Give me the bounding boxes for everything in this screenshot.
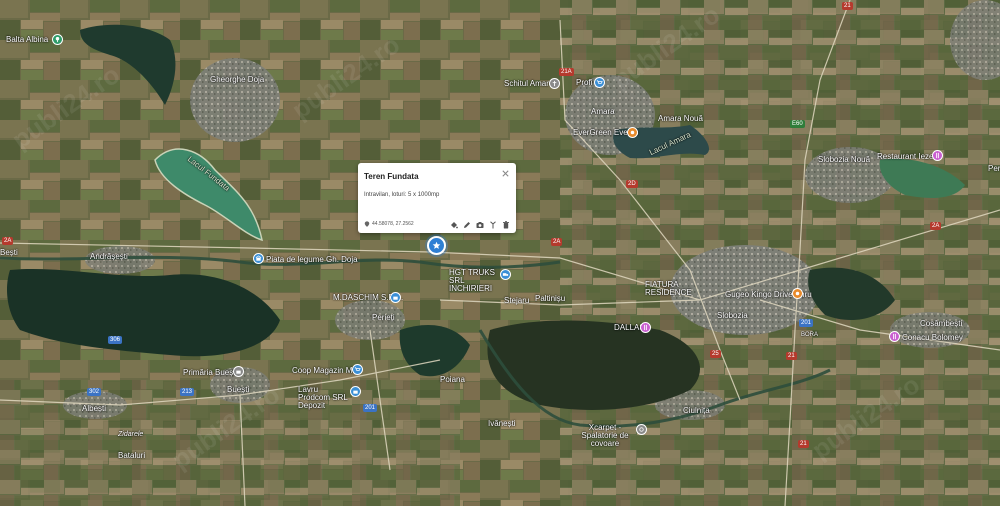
label-albesti: Albești xyxy=(82,404,107,413)
poi-mdaschim-pin[interactable] xyxy=(390,292,401,303)
truck-icon xyxy=(502,273,509,276)
road-shield-201: 201 xyxy=(363,404,378,412)
road-shield-2a-mid: 2A xyxy=(551,238,563,246)
label-peri: Peri xyxy=(988,164,1000,173)
label-amara: Amara xyxy=(591,107,615,116)
road-shield-21-bot: 21 xyxy=(798,440,809,448)
satellite-map[interactable]: publi24.ro publi24.ro publi24.ro publi24… xyxy=(0,0,1000,506)
label-amara-noua: Amara Nouă xyxy=(658,114,703,123)
shop-icon xyxy=(393,296,398,300)
poi-gugeo-pin[interactable] xyxy=(792,288,803,299)
poi-profi-pin[interactable] xyxy=(594,77,605,88)
label-stejaru: Stejaru xyxy=(504,296,530,305)
close-icon[interactable] xyxy=(501,169,510,178)
selected-location-marker[interactable] xyxy=(427,236,446,255)
label-schitul-amara: Schitul Amara xyxy=(504,79,554,88)
road-shield-e60: E60 xyxy=(790,120,805,128)
road-shield-2a-east: 2A xyxy=(930,222,942,230)
star-icon xyxy=(432,241,441,249)
road-shield-213: 213 xyxy=(180,388,195,396)
label-primaria-buesti: Primăria Buești xyxy=(183,368,238,377)
shopping-cart-icon xyxy=(596,80,603,84)
poi-xcarpet-pin[interactable] xyxy=(636,424,647,435)
road-shield-306: 306 xyxy=(108,336,123,344)
label-conacu-bolomey: Conacu Bolomey xyxy=(902,333,963,342)
poi-schitul-amara-pin[interactable] xyxy=(549,78,560,89)
label-paltinisu: Paltinișu xyxy=(535,294,566,303)
government-icon xyxy=(236,370,241,374)
poi-coop-pin[interactable] xyxy=(352,364,363,375)
delete-trash-icon[interactable] xyxy=(502,216,510,229)
road-shield-2a-west: 2A xyxy=(2,237,14,245)
label-balta-albina: Balta Albina xyxy=(6,35,49,44)
fast-food-icon xyxy=(795,291,800,296)
road-shield-21a: 21A xyxy=(559,68,574,76)
label-bataluri: Bataluri xyxy=(118,451,146,460)
label-cosambesti: Cosâmbești xyxy=(920,319,963,328)
location-pin-icon xyxy=(364,221,370,227)
label-restaurant-iezer: Restaurant Iezer xyxy=(877,152,937,161)
camera-icon[interactable] xyxy=(476,216,484,228)
popup-description: Intravilan, loturi: 5 x 1000mp xyxy=(364,192,440,198)
location-info-popup: Teren Fundata Intravilan, loturi: 5 x 10… xyxy=(358,163,516,233)
park-icon xyxy=(55,36,60,43)
label-slobozia-noua: Slobozia Nouă xyxy=(818,155,871,164)
warehouse-icon xyxy=(353,390,358,394)
label-ivanesti: Ivănești xyxy=(488,419,516,428)
town-cosambesti xyxy=(890,312,970,348)
poi-dallas-pin[interactable] xyxy=(640,322,651,333)
label-zidarele: Zidarele xyxy=(118,431,144,438)
road-shield-21-mid: 21 xyxy=(786,352,797,360)
forest-south xyxy=(487,320,700,410)
coordinates-text: 44.58078, 27.2562 xyxy=(372,221,414,227)
popup-toolbar xyxy=(450,216,510,229)
label-poiana: Poiana xyxy=(440,375,465,384)
restaurant-icon xyxy=(644,324,647,331)
poi-evergreen-pin[interactable] xyxy=(627,127,638,138)
poi-hgt-truks-pin[interactable] xyxy=(500,269,511,280)
label-ciulnita: Ciulnița xyxy=(683,406,710,415)
popup-coordinates: 44.58078, 27.2562 xyxy=(364,221,414,227)
label-coop-magazin: Coop Magazin Mixt xyxy=(292,366,361,375)
label-gheorghe-doja: Gheorghe Doja xyxy=(210,75,265,84)
poi-conacu-pin[interactable] xyxy=(889,331,900,342)
poi-lavru-pin[interactable] xyxy=(350,386,361,397)
label-slobozia: Slobozia xyxy=(717,311,748,320)
restaurant-icon xyxy=(936,152,939,159)
popup-title: Teren Fundata xyxy=(364,172,419,181)
road-shield-2d: 2D xyxy=(626,180,638,188)
label-bestii: Bești xyxy=(0,248,18,257)
label-bora: BORA xyxy=(801,332,819,338)
road-shield-201-east: 201 xyxy=(799,319,814,327)
poi-primaria-pin[interactable] xyxy=(233,366,244,377)
label-piata-legume: Piata de legume Gh. Doja xyxy=(266,255,358,264)
label-andrasesti: Andrășești xyxy=(90,252,128,261)
shopping-cart-icon xyxy=(354,367,361,371)
label-xcarpet: Xcarpet - Spalatorie de covoare xyxy=(581,423,629,448)
label-buesti: Buești xyxy=(227,385,250,394)
poi-piata-legume-pin[interactable] xyxy=(253,253,264,264)
restaurant-icon xyxy=(893,333,896,340)
poi-balta-albina-pin[interactable] xyxy=(52,34,63,45)
event-icon xyxy=(630,130,635,135)
road-shield-21: 21 xyxy=(842,2,853,10)
directions-icon[interactable] xyxy=(489,216,497,229)
edit-pencil-icon[interactable] xyxy=(463,216,471,228)
laundry-icon xyxy=(639,427,644,432)
label-profi: Profi xyxy=(576,78,593,87)
road-shield-25: 25 xyxy=(710,350,721,358)
label-perieti: Perieți xyxy=(372,313,395,322)
shop-icon xyxy=(255,255,262,261)
road-shield-302: 302 xyxy=(87,388,102,396)
church-icon xyxy=(552,80,557,87)
label-lavru-prodcom: Lavru Prodcom SRL Depozit xyxy=(298,385,348,410)
paint-bucket-icon[interactable] xyxy=(450,216,458,229)
poi-restaurant-iezer-pin[interactable] xyxy=(932,150,943,161)
town-gheorghe-doja xyxy=(190,58,280,142)
label-fiatura-residence: FIATURA RESIDENCE xyxy=(645,280,692,297)
